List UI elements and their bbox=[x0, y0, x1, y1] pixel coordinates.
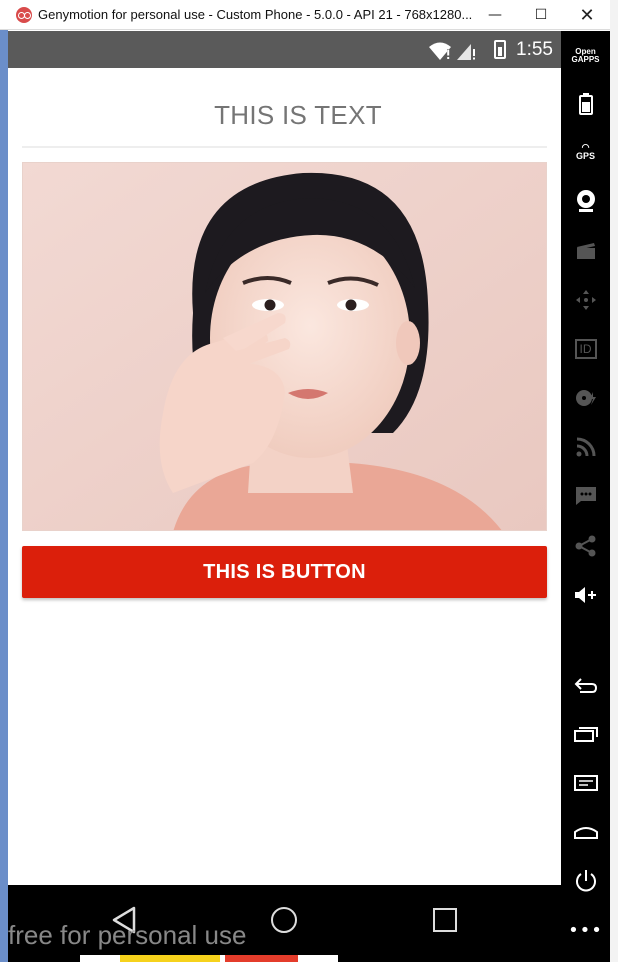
recent-apps-icon[interactable] bbox=[433, 908, 457, 932]
desktop-taskbar-strip bbox=[80, 955, 338, 962]
window-titlebar[interactable]: Genymotion for personal use - Custom Pho… bbox=[0, 0, 610, 30]
sms-icon[interactable] bbox=[561, 481, 610, 511]
genymotion-side-panel: Open GAPPS ◠ GPS ID ••• bbox=[561, 31, 610, 962]
share-icon[interactable] bbox=[561, 531, 610, 561]
power-icon[interactable] bbox=[561, 866, 610, 896]
portrait-photo bbox=[23, 163, 546, 530]
more-options-icon[interactable]: ••• bbox=[561, 915, 610, 945]
device-id-icon[interactable]: ID bbox=[561, 334, 610, 364]
wifi-icon bbox=[429, 42, 451, 60]
text-view: THIS IS TEXT bbox=[214, 100, 382, 130]
signal-icon bbox=[457, 44, 475, 60]
battery-widget-icon[interactable] bbox=[561, 89, 610, 119]
menu-button-icon[interactable] bbox=[561, 768, 610, 798]
webcam-widget-icon[interactable] bbox=[561, 186, 610, 216]
gps-widget-icon[interactable]: ◠ GPS bbox=[561, 137, 610, 167]
this-is-button[interactable]: THIS IS BUTTON bbox=[22, 546, 547, 598]
disk-io-icon[interactable] bbox=[561, 383, 610, 413]
volume-up-icon[interactable] bbox=[561, 580, 610, 610]
home-icon[interactable] bbox=[271, 907, 297, 933]
close-button[interactable]: ✕ bbox=[564, 0, 610, 30]
window-title: Genymotion for personal use - Custom Pho… bbox=[38, 7, 473, 22]
watermark: free for personal use bbox=[8, 920, 247, 950]
battery-icon bbox=[494, 40, 506, 59]
status-time: 1:55 bbox=[516, 39, 553, 60]
network-icon[interactable] bbox=[561, 432, 610, 462]
status-bar: 1:55 bbox=[8, 31, 561, 68]
screencast-icon[interactable] bbox=[561, 236, 610, 266]
home-button-icon[interactable] bbox=[561, 817, 610, 847]
minimize-button[interactable]: — bbox=[472, 0, 518, 30]
open-gapps-icon[interactable]: Open GAPPS bbox=[561, 41, 610, 71]
app-content: THIS IS TEXT THIS IS BUTTON bbox=[8, 68, 561, 885]
gapps-label-bottom: GAPPS bbox=[571, 55, 600, 64]
desktop-background-right bbox=[610, 0, 618, 962]
device-id-label: ID bbox=[574, 339, 597, 359]
desktop-background bbox=[0, 30, 8, 962]
image-view bbox=[22, 162, 547, 531]
back-button-icon[interactable] bbox=[561, 670, 610, 700]
maximize-button[interactable]: ☐ bbox=[518, 0, 564, 30]
divider bbox=[22, 146, 547, 148]
remote-control-icon[interactable] bbox=[561, 285, 610, 315]
recent-apps-button-icon[interactable] bbox=[561, 719, 610, 749]
genymotion-logo-icon bbox=[16, 6, 32, 23]
gps-label: GPS bbox=[575, 151, 595, 161]
